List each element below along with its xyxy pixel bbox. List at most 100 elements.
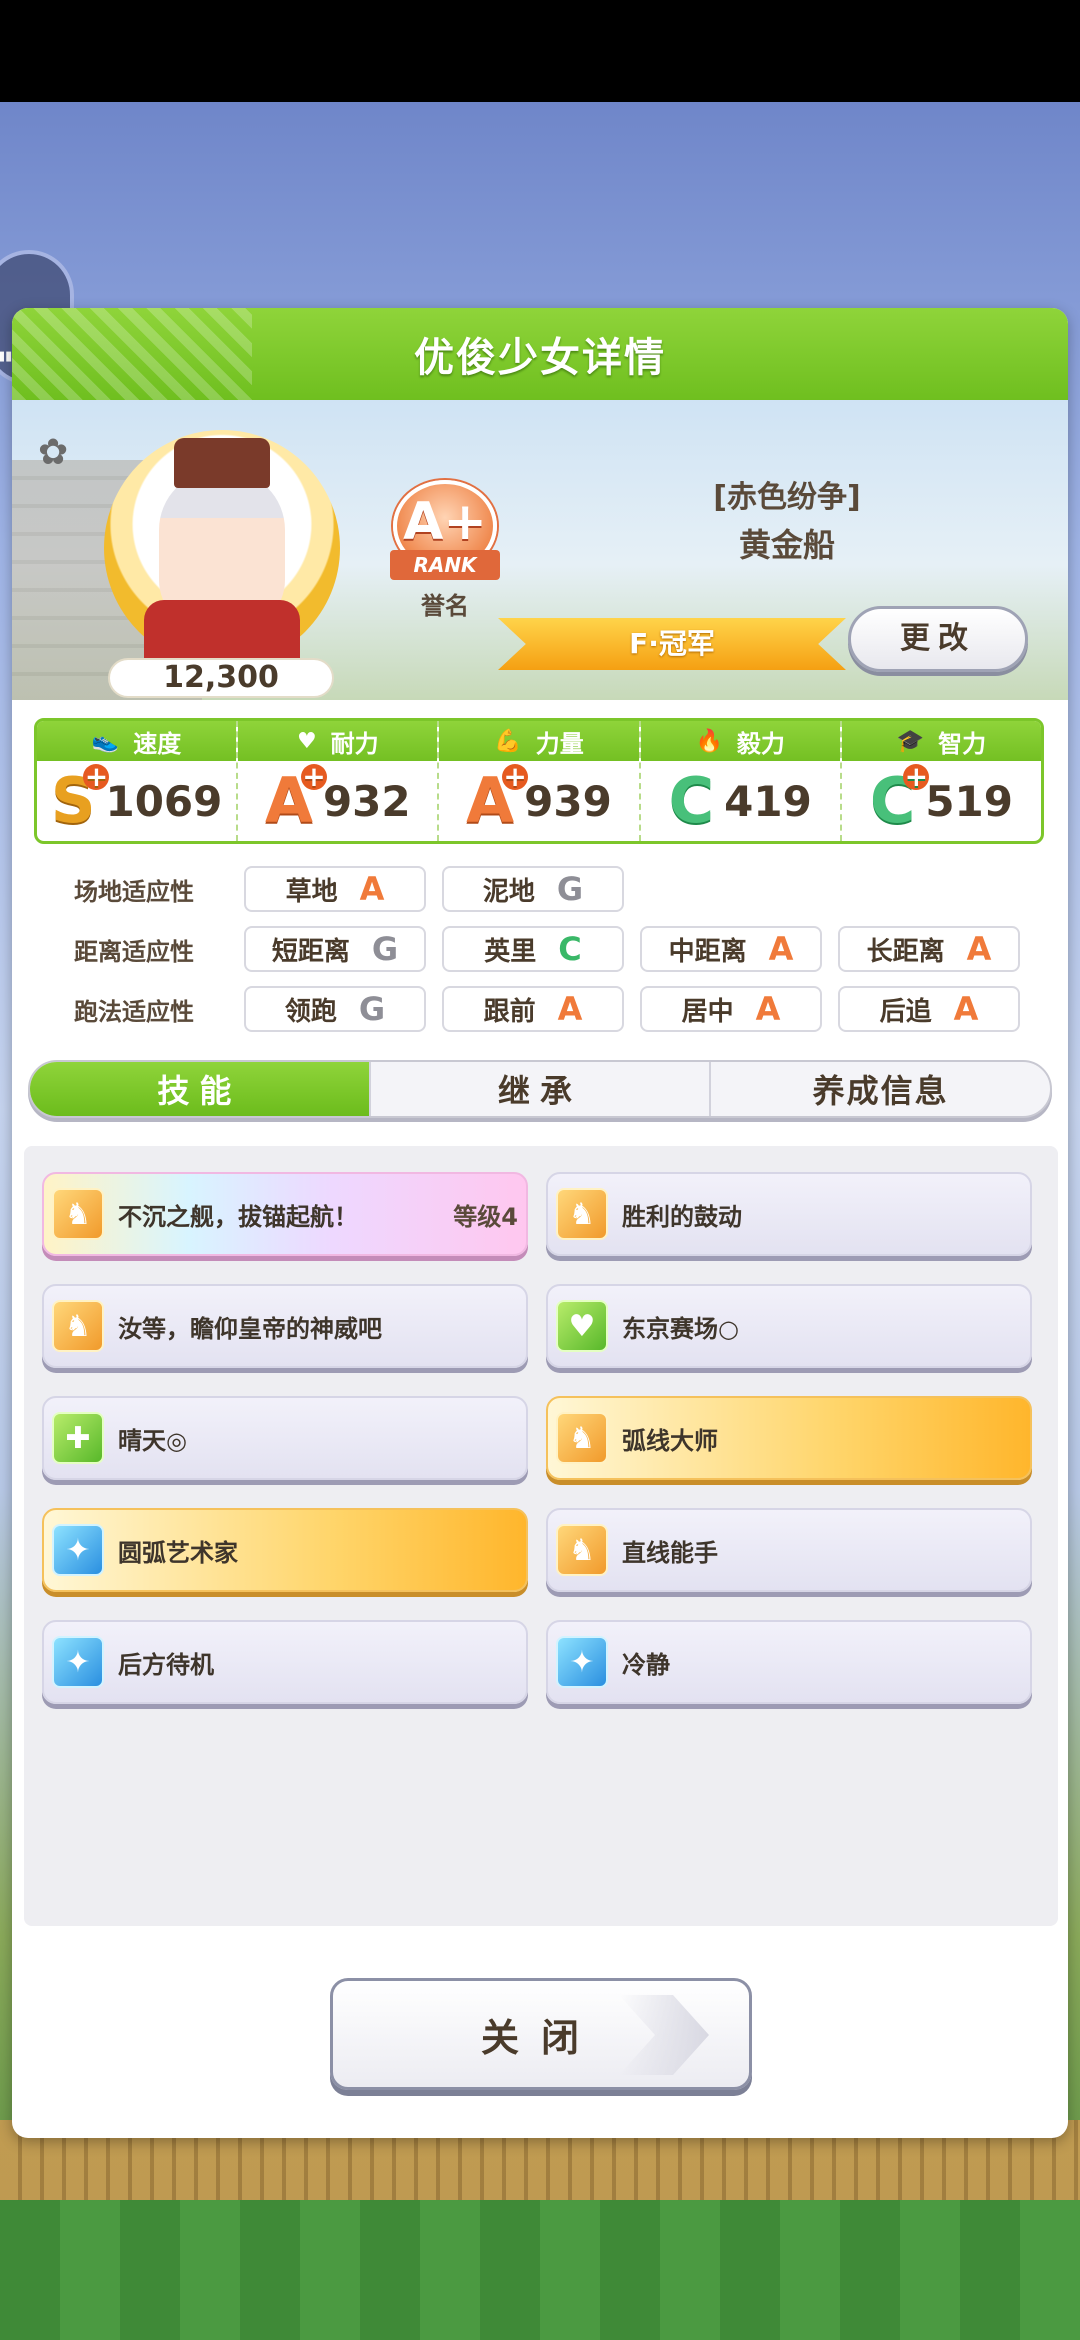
skill-name: 胜利的鼓动 xyxy=(622,1202,742,1231)
character-epithet: [赤色纷争] xyxy=(713,480,861,515)
skill-item[interactable]: ✚ 晴天◎ xyxy=(42,1396,528,1480)
name-block: [赤色纷争] 黄金船 xyxy=(612,472,962,566)
stat-guts: 🔥 毅力 C 419 xyxy=(640,721,842,841)
skill-item[interactable]: ♥ 东京赛场○ xyxy=(546,1284,1032,1368)
carrot-icon: ✿ xyxy=(38,432,69,473)
stat-value: 939 xyxy=(524,776,612,826)
portrait-hat xyxy=(174,438,270,488)
aptitude-turf: 草地 A xyxy=(244,866,426,912)
speed-skill-icon: ♞ xyxy=(556,1524,608,1576)
profile-banner: ✿ A+ RANK 誉名 [赤色纷争] 黄金船 F·冠军 更改 xyxy=(12,400,1068,700)
skill-name: 后方待机 xyxy=(118,1650,214,1679)
skill-name: 汝等，瞻仰皇帝的神威吧 xyxy=(118,1314,382,1343)
skill-item[interactable]: ✦ 后方待机 xyxy=(42,1620,528,1704)
aptitude-front-runner: 领跑 G xyxy=(244,986,426,1032)
skill-item[interactable]: ♞ 弧线大师 xyxy=(546,1396,1032,1480)
skill-item[interactable]: ✦ 圆弧艺术家 xyxy=(42,1508,528,1592)
stat-grade: C + xyxy=(869,760,930,837)
stat-header: ♥ 耐力 xyxy=(238,721,438,761)
track-aptitude-row: 场地适应性 草地 A 泥地 G xyxy=(34,864,1044,914)
rank-grade: A+ xyxy=(403,492,487,552)
flame-icon: 🔥 xyxy=(695,728,723,754)
change-title-button[interactable]: 更改 xyxy=(848,606,1028,672)
stat-value: 419 xyxy=(724,776,812,826)
tab-training-info[interactable]: 养成信息 xyxy=(711,1062,1050,1116)
stat-label: 力量 xyxy=(535,729,584,758)
sparkle-skill-icon: ✦ xyxy=(556,1636,608,1688)
skill-item[interactable]: ♞ 胜利的鼓动 xyxy=(546,1172,1032,1256)
skill-name: 冷静 xyxy=(622,1650,670,1679)
skill-name: 弧线大师 xyxy=(622,1426,718,1455)
heart-icon: ♥ xyxy=(296,728,317,754)
stat-value: 519 xyxy=(925,776,1013,826)
detail-tabs: 技能 继承 养成信息 xyxy=(28,1060,1052,1118)
speed-skill-icon: ♞ xyxy=(52,1300,104,1352)
aptitude-long: 长距离 A xyxy=(838,926,1020,972)
muscle-icon: 💪 xyxy=(494,728,522,754)
background-grass xyxy=(0,2200,1080,2340)
rank-ribbon: RANK xyxy=(390,550,500,580)
skill-name: 东京赛场○ xyxy=(622,1314,739,1343)
skill-name: 圆弧艺术家 xyxy=(118,1538,238,1567)
stat-grade: S + xyxy=(50,760,110,837)
aptitude-label: 跑法适应性 xyxy=(74,997,194,1026)
tab-inheritance[interactable]: 继承 xyxy=(371,1062,712,1116)
stamina-skill-icon: ♥ xyxy=(556,1300,608,1352)
skill-item[interactable]: ✦ 冷静 xyxy=(546,1620,1032,1704)
distance-aptitude-row: 距离适应性 短距离 G 英里 C 中距离 A 长距离 A xyxy=(34,924,1044,974)
stat-label: 耐力 xyxy=(330,729,379,758)
rank-badge: A+ RANK 誉名 xyxy=(390,480,500,621)
style-aptitude-row: 跑法适应性 领跑 G 跟前 A 居中 A 后追 A xyxy=(34,984,1044,1034)
rank-label: 誉名 xyxy=(421,592,469,620)
aptitude-end-closer: 后追 A xyxy=(838,986,1020,1032)
stat-grade: A + xyxy=(264,760,327,837)
stat-header: 💪 力量 xyxy=(439,721,639,761)
close-button[interactable]: 关闭 xyxy=(330,1978,752,2090)
stat-grade: A + xyxy=(466,760,529,837)
aptitude-short: 短距离 G xyxy=(244,926,426,972)
tab-skills[interactable]: 技能 xyxy=(30,1062,371,1116)
stat-label: 智力 xyxy=(938,729,987,758)
aptitude-late-surger: 居中 A xyxy=(640,986,822,1032)
aptitude-medium: 中距离 A xyxy=(640,926,822,972)
bubble-text: ▮▮ xyxy=(0,349,13,364)
stat-value: 1069 xyxy=(105,776,223,826)
skill-item[interactable]: ♞ 不沉之舰，拔锚起航！ 等级4 xyxy=(42,1172,528,1256)
shoe-icon: 👟 xyxy=(91,728,120,754)
status-bar xyxy=(0,0,1080,102)
skill-level: 等级4 xyxy=(453,1202,518,1231)
dialog-title: 优俊少女详情 xyxy=(414,335,666,381)
aptitude-mile: 英里 C xyxy=(442,926,624,972)
aptitude-dirt: 泥地 G xyxy=(442,866,624,912)
stat-label: 毅力 xyxy=(736,729,785,758)
stat-header: 🔥 毅力 xyxy=(640,721,840,761)
portrait-coat xyxy=(144,600,300,666)
recovery-skill-icon: ✚ xyxy=(52,1412,104,1464)
character-portrait[interactable] xyxy=(104,430,340,666)
skill-name: 直线能手 xyxy=(622,1538,718,1567)
stat-header: 🎓 智力 xyxy=(841,721,1041,761)
speed-skill-icon: ♞ xyxy=(52,1188,104,1240)
skill-item[interactable]: ♞ 汝等，瞻仰皇帝的神威吧 xyxy=(42,1284,528,1368)
stat-value: 932 xyxy=(322,776,411,826)
stat-grade: C xyxy=(668,764,715,837)
stat-label: 速度 xyxy=(133,729,182,758)
skills-list: ♞ 不沉之舰，拔锚起航！ 等级4 ♞ 胜利的鼓动 ♞ 汝等，瞻仰皇帝的神威吧 ♥… xyxy=(24,1146,1058,1926)
speed-skill-icon: ♞ xyxy=(556,1412,608,1464)
stat-wisdom: 🎓 智力 C +519 xyxy=(841,721,1041,841)
aptitude-label: 场地适应性 xyxy=(74,877,194,906)
character-name: 黄金船 xyxy=(738,526,835,564)
sparkle-skill-icon: ✦ xyxy=(52,1636,104,1688)
stat-stamina: ♥ 耐力 A +932 xyxy=(238,721,440,841)
graduation-cap-icon: 🎓 xyxy=(896,728,925,754)
skill-name: 不沉之舰，拔锚起航！ xyxy=(118,1202,358,1231)
aptitude-pace-chaser: 跟前 A xyxy=(442,986,624,1032)
skill-name: 晴天◎ xyxy=(118,1426,187,1455)
aptitude-label: 距离适应性 xyxy=(74,937,194,966)
stats-table: 👟 速度 S +1069 ♥ 耐力 A +932 💪 力量 A +939 🔥 毅力 C 419 … xyxy=(34,718,1044,844)
skill-item[interactable]: ♞ 直线能手 xyxy=(546,1508,1032,1592)
sparkle-skill-icon: ✦ xyxy=(52,1524,104,1576)
umamusume-detail-dialog: 优俊少女详情 ✿ A+ RANK 誉名 [赤色纷争] 黄金船 F·冠军 更改 1… xyxy=(12,308,1068,2138)
stat-power: 💪 力量 A +939 xyxy=(439,721,641,841)
stat-speed: 👟 速度 S +1069 xyxy=(37,721,239,841)
